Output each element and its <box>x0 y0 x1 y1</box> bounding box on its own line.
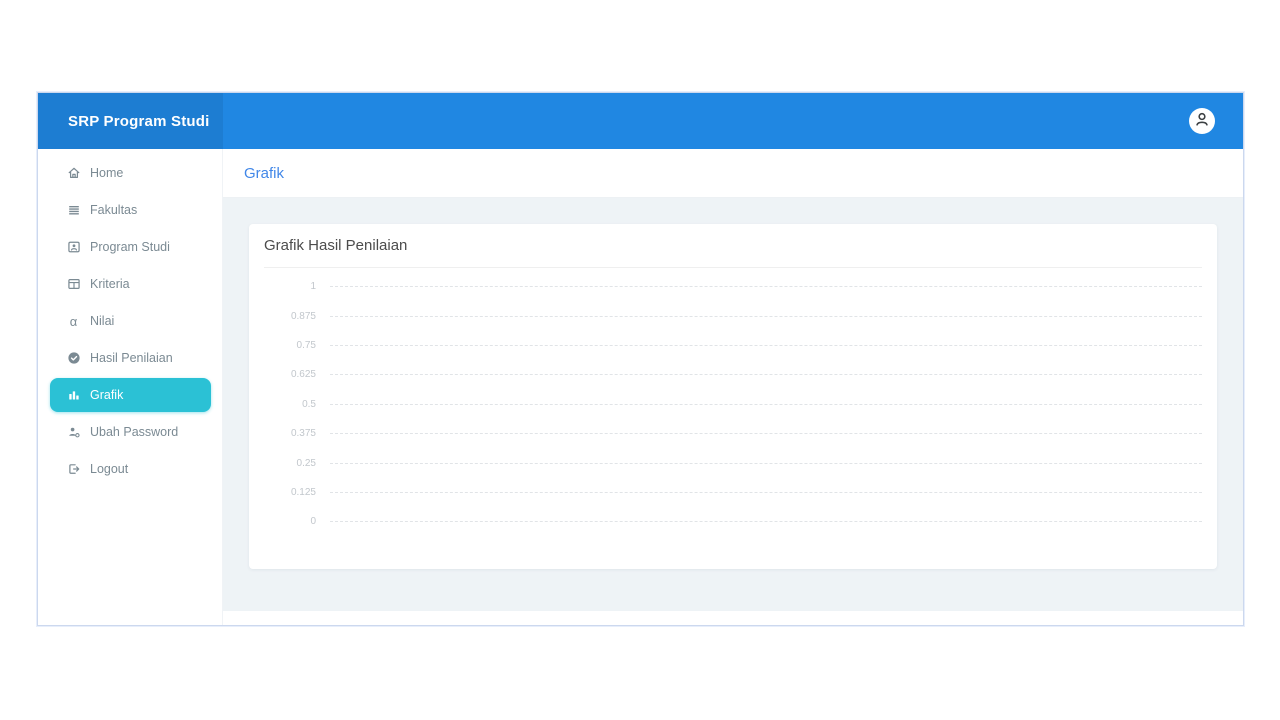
sidebar-item-label: Ubah Password <box>90 425 178 439</box>
y-axis-tick-label: 0.375 <box>264 428 316 439</box>
gridline <box>330 316 1202 317</box>
breadcrumb: Grafik <box>223 149 1243 198</box>
gridline <box>330 463 1202 464</box>
sidebar-item-grafik[interactable]: Grafik <box>50 378 211 412</box>
sidebar-item-label: Home <box>90 166 123 180</box>
gridline <box>330 374 1202 375</box>
chart-grid-row: 0 <box>264 507 1202 536</box>
sidebar-item-fakultas[interactable]: Fakultas <box>50 193 211 227</box>
y-axis-tick-label: 0.125 <box>264 487 316 498</box>
gridline <box>330 433 1202 434</box>
sidebar-item-label: Logout <box>90 462 128 476</box>
y-axis-tick-label: 0.875 <box>264 311 316 322</box>
page: SRP Program Studi Home Fakultas Program St… <box>0 0 1280 720</box>
top-navbar: SRP Program Studi <box>38 93 1243 149</box>
sidebar-item-label: Fakultas <box>90 203 137 217</box>
sidebar-item-label: Hasil Penilaian <box>90 351 173 365</box>
sidebar-item-hasil-penilaian[interactable]: Hasil Penilaian <box>50 341 211 375</box>
id-card-icon <box>66 240 81 255</box>
gridline <box>330 492 1202 493</box>
sidebar-item-home[interactable]: Home <box>50 156 211 190</box>
y-axis-tick-label: 0.5 <box>264 399 316 410</box>
sidebar-item-label: Grafik <box>90 388 123 402</box>
sidebar-item-logout[interactable]: Logout <box>50 452 211 486</box>
bar-chart-icon <box>66 388 81 403</box>
gridline <box>330 286 1202 287</box>
body-row: Home Fakultas Program Studi Kriteria α Nilai H… <box>38 149 1243 625</box>
chart-area: 1 0.875 0.75 0.625 0.5 0.375 0.25 0.125 0 <box>264 268 1202 537</box>
table-icon <box>66 277 81 292</box>
chart-grid-row: 0.625 <box>264 360 1202 389</box>
chart-card: Grafik Hasil Penilaian 1 0.875 0.75 0.625 0.… <box>249 224 1217 569</box>
y-axis-tick-label: 0 <box>264 516 316 527</box>
gridline <box>330 521 1202 522</box>
sidebar-item-label: Program Studi <box>90 240 170 254</box>
alpha-icon: α <box>66 314 81 329</box>
y-axis-tick-label: 0.25 <box>264 458 316 469</box>
content-area: Grafik Hasil Penilaian 1 0.875 0.75 0.625 0.… <box>223 198 1243 611</box>
gridline <box>330 404 1202 405</box>
sidebar-item-label: Nilai <box>90 314 114 328</box>
check-circle-icon <box>66 351 81 366</box>
chart-grid-row: 1 <box>264 272 1202 301</box>
logout-icon <box>66 462 81 477</box>
chart-grid-row: 0.875 <box>264 301 1202 330</box>
user-gear-icon <box>66 425 81 440</box>
chart-grid-row: 0.25 <box>264 448 1202 477</box>
user-menu-button[interactable] <box>1189 108 1215 134</box>
y-axis-tick-label: 1 <box>264 281 316 292</box>
footer-strip <box>223 611 1243 625</box>
user-icon <box>1191 108 1213 135</box>
y-axis-tick-label: 0.625 <box>264 369 316 380</box>
y-axis-tick-label: 0.75 <box>264 340 316 351</box>
sidebar-item-ubah-password[interactable]: Ubah Password <box>50 415 211 449</box>
chart-grid-row: 0.375 <box>264 419 1202 448</box>
chart-grid-row: 0.125 <box>264 478 1202 507</box>
main-area: Grafik Grafik Hasil Penilaian 1 0.875 0.75… <box>223 149 1243 625</box>
card-title: Grafik Hasil Penilaian <box>264 224 1202 268</box>
sidebar-nav: Home Fakultas Program Studi Kriteria α Nilai H… <box>38 149 223 625</box>
sidebar-item-program-studi[interactable]: Program Studi <box>50 230 211 264</box>
sidebar-item-label: Kriteria <box>90 277 130 291</box>
list-icon <box>66 203 81 218</box>
breadcrumb-link-grafik[interactable]: Grafik <box>244 165 284 182</box>
app-window: SRP Program Studi Home Fakultas Program St… <box>37 92 1244 626</box>
chart-grid-row: 0.75 <box>264 331 1202 360</box>
sidebar-item-kriteria[interactable]: Kriteria <box>50 267 211 301</box>
chart-grid-row: 0.5 <box>264 390 1202 419</box>
sidebar-item-nilai[interactable]: α Nilai <box>50 304 211 338</box>
home-icon <box>66 166 81 181</box>
topbar-right <box>223 93 1243 149</box>
gridline <box>330 345 1202 346</box>
app-title: SRP Program Studi <box>38 93 223 149</box>
